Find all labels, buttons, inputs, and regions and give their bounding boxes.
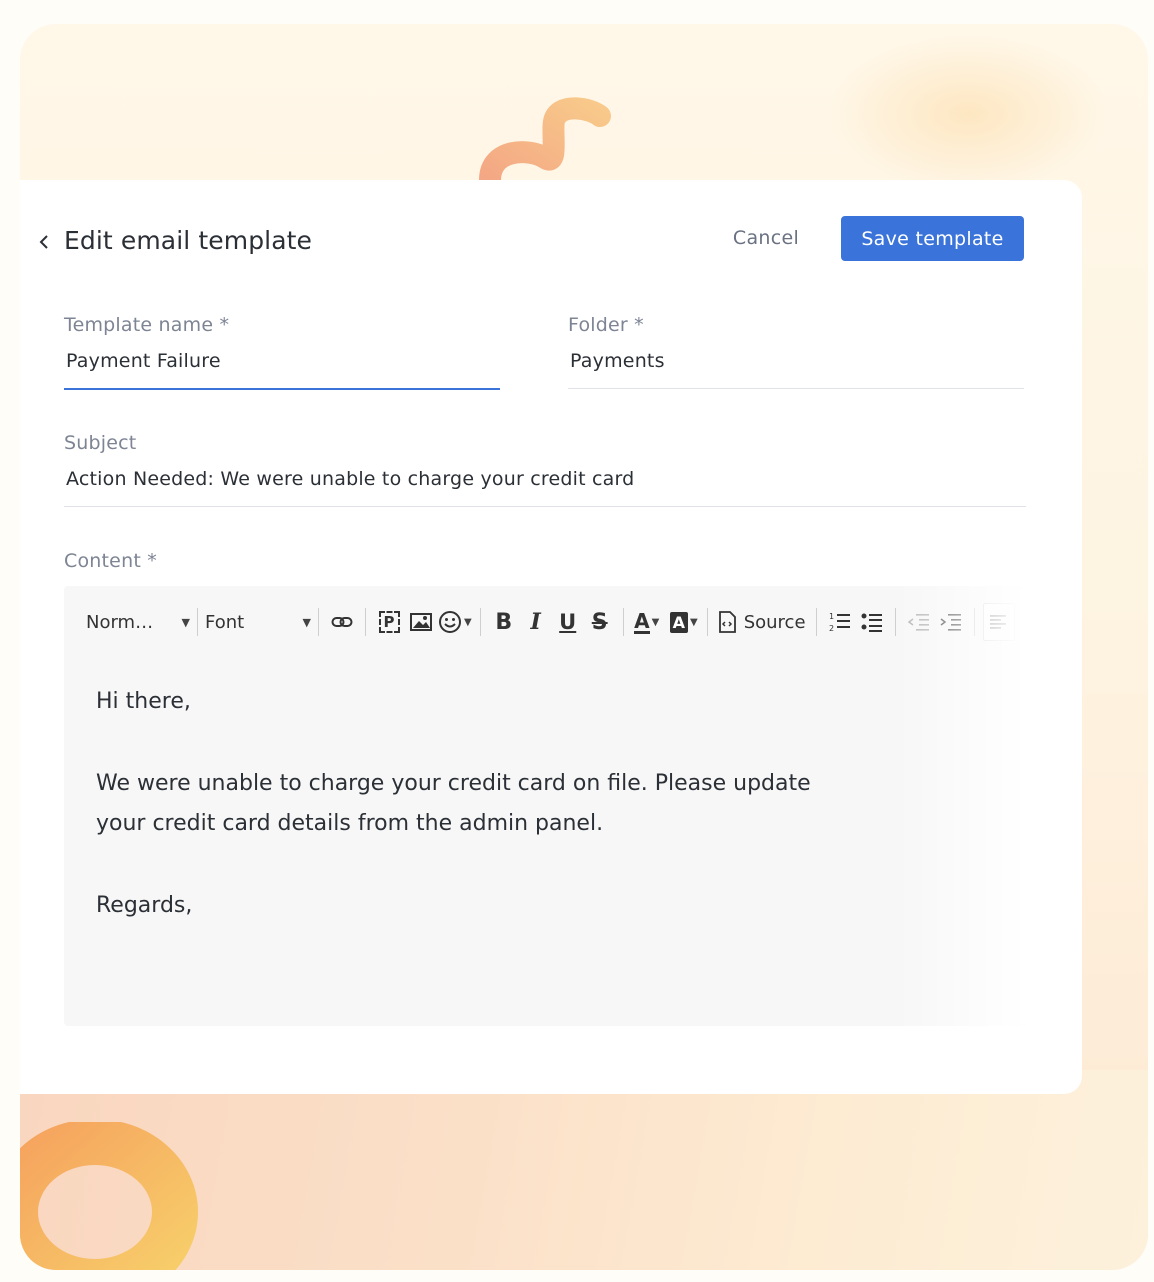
italic-button[interactable]: I [521, 606, 551, 638]
folder-label: Folder * [568, 314, 644, 336]
caret-down-icon: ▼ [464, 616, 472, 628]
background-color-button[interactable]: A ▼ [669, 606, 699, 638]
font-select-value: Font [205, 611, 245, 633]
toolbar-separator [197, 608, 198, 636]
placeholder-icon[interactable]: P [374, 606, 404, 638]
rich-text-editor[interactable]: Norm… ▼ Font ▼ P ▼ B I U S A ▼ A ▼ Sourc… [64, 586, 1026, 1026]
toolbar-separator [894, 608, 896, 636]
page-title: Edit email template [64, 226, 313, 255]
text-color-button[interactable]: A ▼ [632, 606, 662, 638]
caret-down-icon: ▼ [181, 615, 190, 629]
source-label: Source [743, 611, 806, 633]
editor-fade-overlay [896, 586, 1026, 1026]
increase-indent-icon[interactable] [936, 606, 966, 638]
template-name-field: Template name * [64, 314, 502, 390]
font-select[interactable]: Font ▼ [205, 607, 311, 637]
bulleted-list-icon[interactable] [857, 606, 887, 638]
strikethrough-button[interactable]: S [585, 606, 615, 638]
template-name-underline [64, 388, 500, 390]
toolbar-separator [365, 608, 366, 636]
editor-content[interactable]: Hi there, We were unable to charge your … [96, 682, 856, 926]
caret-down-icon: ▼ [651, 616, 660, 628]
toolbar-separator [973, 608, 975, 636]
save-template-button[interactable]: Save template [841, 216, 1024, 261]
editor-line: Regards, [96, 893, 193, 918]
decorative-squiggle [479, 97, 611, 188]
source-button[interactable]: Source [716, 606, 808, 638]
subject-label: Subject [64, 432, 137, 454]
toolbar-separator [479, 608, 481, 636]
source-icon [718, 611, 736, 633]
folder-underline [568, 388, 1024, 389]
format-select[interactable]: Norm… ▼ [86, 607, 190, 637]
bold-button[interactable]: B [489, 606, 519, 638]
bold-glyph: B [495, 609, 513, 635]
background-glow [828, 34, 1108, 194]
template-name-input[interactable] [64, 346, 502, 376]
svg-text:1: 1 [829, 612, 834, 621]
italic-glyph: I [530, 609, 541, 635]
numbered-list-icon[interactable]: 12 [825, 606, 855, 638]
chevron-left-icon[interactable] [38, 232, 52, 252]
placeholder-glyph: P [378, 611, 400, 633]
underline-button[interactable]: U [553, 606, 583, 638]
bg-color-glyph: A [669, 611, 689, 633]
emoji-icon[interactable]: ▼ [438, 606, 472, 638]
subject-underline [64, 506, 1026, 507]
editor-card: Edit email template Cancel Save template… [20, 180, 1082, 1094]
strike-glyph: S [591, 609, 608, 635]
template-name-label: Template name * [64, 314, 230, 336]
link-icon[interactable] [327, 606, 357, 638]
align-center-icon[interactable] [1017, 606, 1026, 638]
editor-line: Hi there, [96, 689, 191, 714]
align-left-icon[interactable] [982, 603, 1015, 641]
toolbar-separator [318, 608, 319, 636]
toolbar-separator [706, 608, 708, 636]
image-icon[interactable] [406, 606, 436, 638]
subject-field: Subject [64, 432, 1028, 507]
editor-line: We were unable to charge your credit car… [96, 771, 811, 796]
content-label: Content * [64, 550, 157, 572]
folder-field: Folder * [568, 314, 1026, 389]
caret-down-icon: ▼ [690, 616, 698, 628]
decorative-torus [20, 1122, 198, 1270]
decrease-indent-icon[interactable] [904, 606, 934, 638]
toolbar-separator [815, 608, 817, 636]
editor-toolbar: Norm… ▼ Font ▼ P ▼ B I U S A ▼ A ▼ Sourc… [64, 602, 1026, 642]
editor-line: your credit card details from the admin … [96, 811, 604, 836]
folder-input[interactable] [568, 346, 1026, 376]
text-color-glyph: A [634, 608, 650, 634]
cancel-button[interactable]: Cancel [716, 216, 816, 260]
svg-text:2: 2 [829, 624, 834, 633]
toolbar-separator [622, 608, 624, 636]
format-select-value: Norm… [86, 611, 154, 633]
caret-down-icon: ▼ [302, 615, 311, 629]
underline-glyph: U [559, 610, 577, 634]
subject-input[interactable] [64, 464, 1028, 494]
header-bar: Edit email template Cancel Save template [20, 180, 1082, 300]
